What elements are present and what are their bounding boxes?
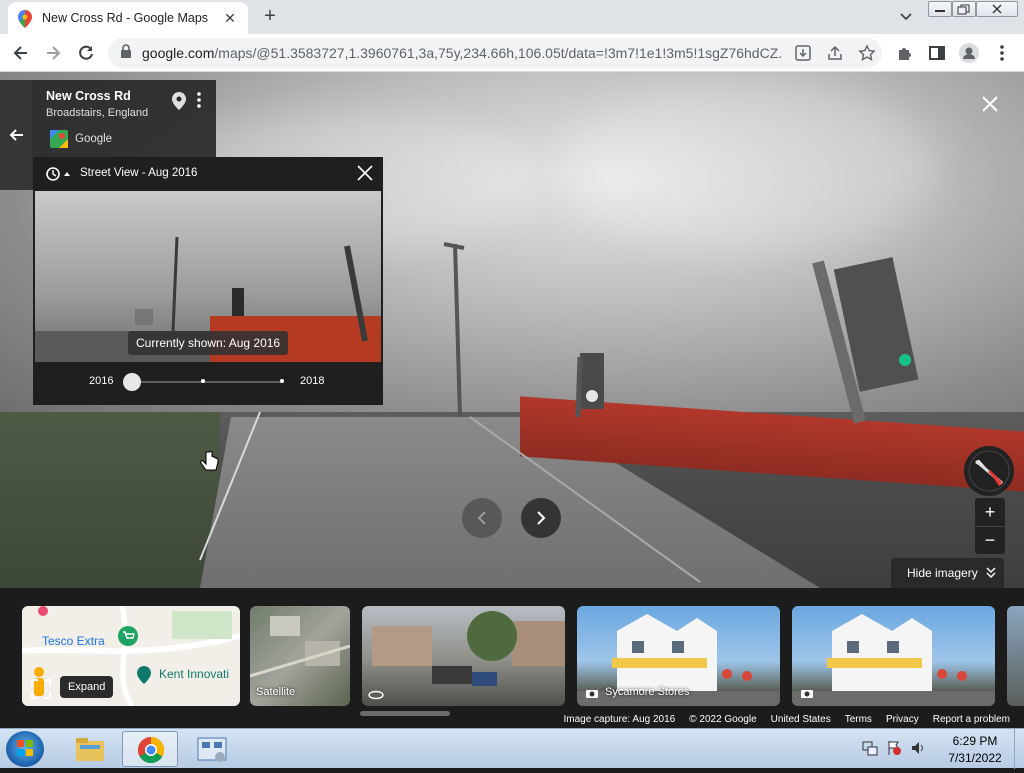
shopping-cart-icon: [118, 626, 138, 651]
place-name: New Cross Rd: [46, 89, 131, 103]
terms-link[interactable]: Terms: [845, 714, 872, 728]
shop-photo-card[interactable]: [792, 606, 995, 706]
timeline-slider-track[interactable]: [133, 381, 283, 383]
slider-start-year: 2016: [89, 375, 114, 387]
map-thumbnail-roads: [22, 606, 240, 706]
url-path: /maps/@51.3583727,1.3960761,3a,75y,234.6…: [214, 45, 782, 61]
street-photo-card[interactable]: [362, 606, 565, 706]
more-options-icon[interactable]: [196, 91, 202, 114]
lock-icon[interactable]: [120, 43, 132, 63]
share-icon[interactable]: [826, 44, 844, 67]
country-link[interactable]: United States: [771, 714, 831, 728]
timeline-tick[interactable]: [201, 379, 205, 383]
tab-title: New Cross Rd - Google Maps: [42, 11, 209, 25]
file-explorer-taskbar-icon[interactable]: [62, 731, 118, 767]
timeline-slider-handle[interactable]: [123, 373, 141, 391]
new-tab-button[interactable]: +: [258, 4, 282, 28]
clock-time[interactable]: 6:29 PM: [940, 734, 1010, 748]
url-text: google.com/maps/@51.3583727,1.3960761,3a…: [142, 45, 782, 61]
map-thumbnail-card[interactable]: Tesco Extra Kent Innovati Expand: [22, 606, 240, 706]
currently-shown-label: Currently shown: Aug 2016: [128, 331, 289, 355]
forward-icon[interactable]: [42, 42, 64, 64]
privacy-link[interactable]: Privacy: [886, 714, 919, 728]
time-travel-panel: Street View - Aug 2016 Currently shown: …: [33, 157, 383, 405]
map-red-pin-icon: [36, 606, 50, 625]
tab-search-chevron-icon[interactable]: [896, 6, 916, 26]
install-icon[interactable]: [794, 44, 812, 67]
map-credits: Image capture: Aug 2016 © 2022 Google Un…: [552, 714, 1024, 728]
minimize-button[interactable]: [928, 1, 952, 17]
copyright-text: © 2022 Google: [689, 714, 757, 725]
browser-tab[interactable]: New Cross Rd - Google Maps ✕: [8, 2, 248, 34]
sycamore-stores-label: Sycamore Stores: [605, 686, 690, 698]
shop-photo-thumbnail: [792, 614, 995, 706]
extensions-puzzle-icon[interactable]: [894, 42, 916, 64]
url-host: google.com: [142, 45, 215, 61]
volume-icon[interactable]: [910, 739, 926, 759]
street-photo-thumbnail: [372, 611, 565, 686]
close-time-travel-icon[interactable]: [355, 163, 375, 183]
satellite-label: Satellite: [256, 686, 296, 698]
slider-end-year: 2018: [300, 375, 325, 387]
address-bar[interactable]: google.com/maps/@51.3583727,1.3960761,3a…: [108, 38, 882, 68]
hand-cursor-icon: [200, 450, 222, 479]
satellite-thumbnail-card[interactable]: Satellite: [250, 606, 350, 706]
chevron-left-icon: [477, 511, 486, 525]
compass-icon[interactable]: [964, 446, 1014, 496]
kebab-menu-icon[interactable]: [991, 42, 1013, 64]
double-chevron-down-icon: [986, 567, 996, 579]
show-desktop-button[interactable]: [1014, 729, 1024, 769]
back-to-map-icon[interactable]: [0, 80, 32, 190]
chevron-right-icon: [537, 511, 546, 525]
navigation-bar: google.com/maps/@51.3583727,1.3960761,3a…: [0, 34, 1024, 72]
camera-icon: [585, 686, 599, 704]
profile-avatar-icon[interactable]: [958, 42, 980, 64]
windows-taskbar: 6:29 PM 7/31/2022: [0, 728, 1024, 769]
google-maps-pin-icon: [18, 10, 32, 28]
time-travel-title: Street View - Aug 2016: [80, 167, 198, 179]
close-street-view-icon[interactable]: [978, 92, 1002, 116]
zoom-in-button[interactable]: +: [975, 498, 1005, 526]
strip-scrollbar-thumb[interactable]: [360, 711, 450, 716]
control-panel-taskbar-icon[interactable]: [184, 731, 240, 767]
network-icon[interactable]: [862, 739, 878, 759]
sycamore-stores-photo-card[interactable]: Sycamore Stores: [577, 606, 780, 706]
action-center-flag-icon[interactable]: [886, 739, 902, 759]
start-button-windows-logo-icon[interactable]: [6, 731, 44, 767]
zoom-control: + −: [975, 498, 1005, 554]
more-photo-card[interactable]: [1007, 606, 1024, 706]
clock-date[interactable]: 7/31/2022: [940, 751, 1010, 765]
report-problem-link[interactable]: Report a problem: [933, 714, 1010, 728]
side-panel-icon[interactable]: [926, 42, 948, 64]
camera-icon: [800, 686, 814, 704]
history-clock-icon[interactable]: [45, 166, 71, 187]
previous-image-button[interactable]: [462, 498, 502, 538]
close-tab-icon[interactable]: ✕: [222, 10, 238, 27]
location-pin-icon[interactable]: [172, 92, 186, 115]
bookmark-star-icon[interactable]: [858, 44, 876, 67]
hide-imagery-button[interactable]: Hide imagery: [891, 558, 1004, 588]
back-icon[interactable]: [10, 42, 32, 64]
map-label-tesco: Tesco Extra: [42, 634, 105, 648]
zoom-out-button[interactable]: −: [975, 526, 1005, 554]
expand-tooltip: Expand: [60, 676, 114, 698]
next-image-button[interactable]: [521, 498, 561, 538]
tab-bar: New Cross Rd - Google Maps ✕ +: [0, 0, 1024, 34]
image-capture-date: Image capture: Aug 2016: [563, 714, 676, 725]
hide-imagery-label: Hide imagery: [907, 566, 978, 580]
window-close-button[interactable]: [976, 1, 1018, 17]
expand-icon[interactable]: [30, 678, 52, 700]
panorama-360-icon: [368, 688, 384, 706]
google-maps-logo-icon: [50, 130, 68, 148]
imagery-strip: Tesco Extra Kent Innovati Expand Satelli…: [0, 588, 1024, 728]
restore-button[interactable]: [952, 1, 976, 17]
chrome-taskbar-icon[interactable]: [122, 731, 178, 767]
system-tray: [862, 739, 932, 759]
provider-label: Google: [75, 133, 113, 145]
map-label-kent-innovation: Kent Innovati: [159, 667, 230, 681]
timeline-tick[interactable]: [280, 379, 284, 383]
reload-icon[interactable]: [75, 42, 97, 64]
map-teal-pin-icon: [137, 666, 151, 689]
place-subtitle: Broadstairs, England: [46, 107, 149, 119]
